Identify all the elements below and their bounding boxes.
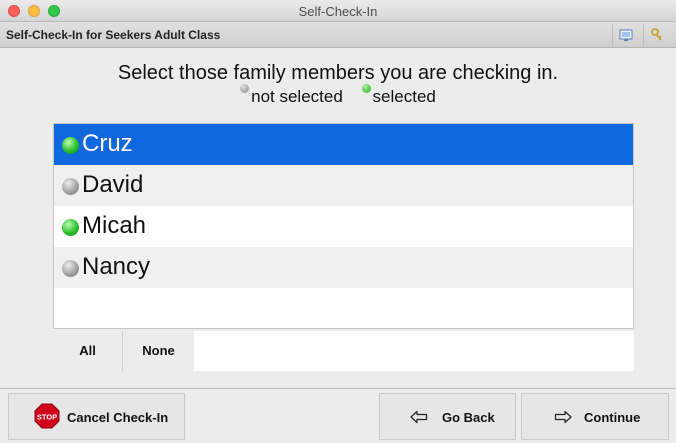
unselected-dot-icon [62,260,79,277]
arrow-left-icon [410,410,428,424]
family-member-list: Cruz David Micah Nancy [53,123,634,329]
selected-dot-icon [361,84,371,93]
legend-not-selected: not selected [251,87,343,106]
legend-selected: selected [372,87,436,106]
unselected-dot-icon [240,84,250,93]
header-bar: Self-Check-In for Seekers Adult Class [0,22,676,48]
page-title: Self-Check-In for Seekers Adult Class [6,28,221,42]
selection-legend: not selected selected [0,84,676,107]
continue-button[interactable]: Continue [521,393,669,440]
key-icon [651,28,662,41]
go-back-button[interactable]: Go Back [379,393,516,440]
member-row-micah[interactable]: Micah [54,206,633,247]
go-back-label: Go Back [442,410,495,425]
continue-label: Continue [584,410,641,425]
member-row-david[interactable]: David [54,165,633,206]
cancel-label: Cancel Check-In [67,410,169,425]
key-button[interactable] [643,24,669,46]
title-bar: Self-Check-In [0,0,676,22]
member-name: David [82,171,144,198]
member-row-nancy[interactable]: Nancy [54,247,633,288]
selected-dot-icon [62,219,79,236]
selected-dot-icon [62,137,79,154]
cancel-check-in-button[interactable]: STOP Cancel Check-In [8,393,185,440]
instruction-text: Select those family members you are chec… [117,62,559,84]
footer-divider [0,388,676,389]
select-none-button[interactable]: None [123,331,194,371]
member-row-cruz[interactable]: Cruz [54,124,633,165]
member-name: Nancy [82,253,151,280]
arrow-right-icon [554,410,572,424]
select-all-button[interactable]: All [53,331,123,371]
display-settings-button[interactable] [612,24,638,46]
svg-text:STOP: STOP [37,413,57,422]
member-name: Cruz [82,130,133,157]
unselected-dot-icon [62,178,79,195]
selection-toolbar: All None [53,331,634,371]
member-name: Micah [82,212,147,239]
monitor-icon [619,29,633,41]
stop-sign-icon: STOP [34,403,60,429]
window-title: Self-Check-In [298,4,378,19]
